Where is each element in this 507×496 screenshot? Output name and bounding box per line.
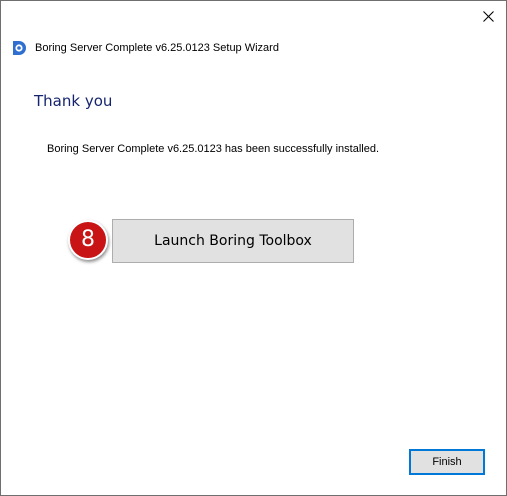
install-success-message: Boring Server Complete v6.25.0123 has be… bbox=[47, 143, 380, 155]
window-title: Boring Server Complete v6.25.0123 Setup … bbox=[35, 42, 279, 54]
finish-button[interactable]: Finish bbox=[409, 449, 485, 475]
title-row: Boring Server Complete v6.25.0123 Setup … bbox=[10, 39, 279, 57]
step-number-badge: 8 bbox=[68, 220, 108, 260]
launch-boring-toolbox-button[interactable]: Launch Boring Toolbox bbox=[112, 219, 354, 263]
app-icon bbox=[13, 41, 26, 55]
page-heading: Thank you bbox=[34, 92, 113, 110]
close-icon bbox=[482, 10, 494, 22]
step-number: 8 bbox=[81, 227, 95, 252]
close-button[interactable] bbox=[476, 5, 500, 27]
finish-button-label: Finish bbox=[432, 456, 462, 468]
setup-wizard-window: Boring Server Complete v6.25.0123 Setup … bbox=[0, 0, 507, 496]
launch-button-label: Launch Boring Toolbox bbox=[154, 233, 312, 249]
